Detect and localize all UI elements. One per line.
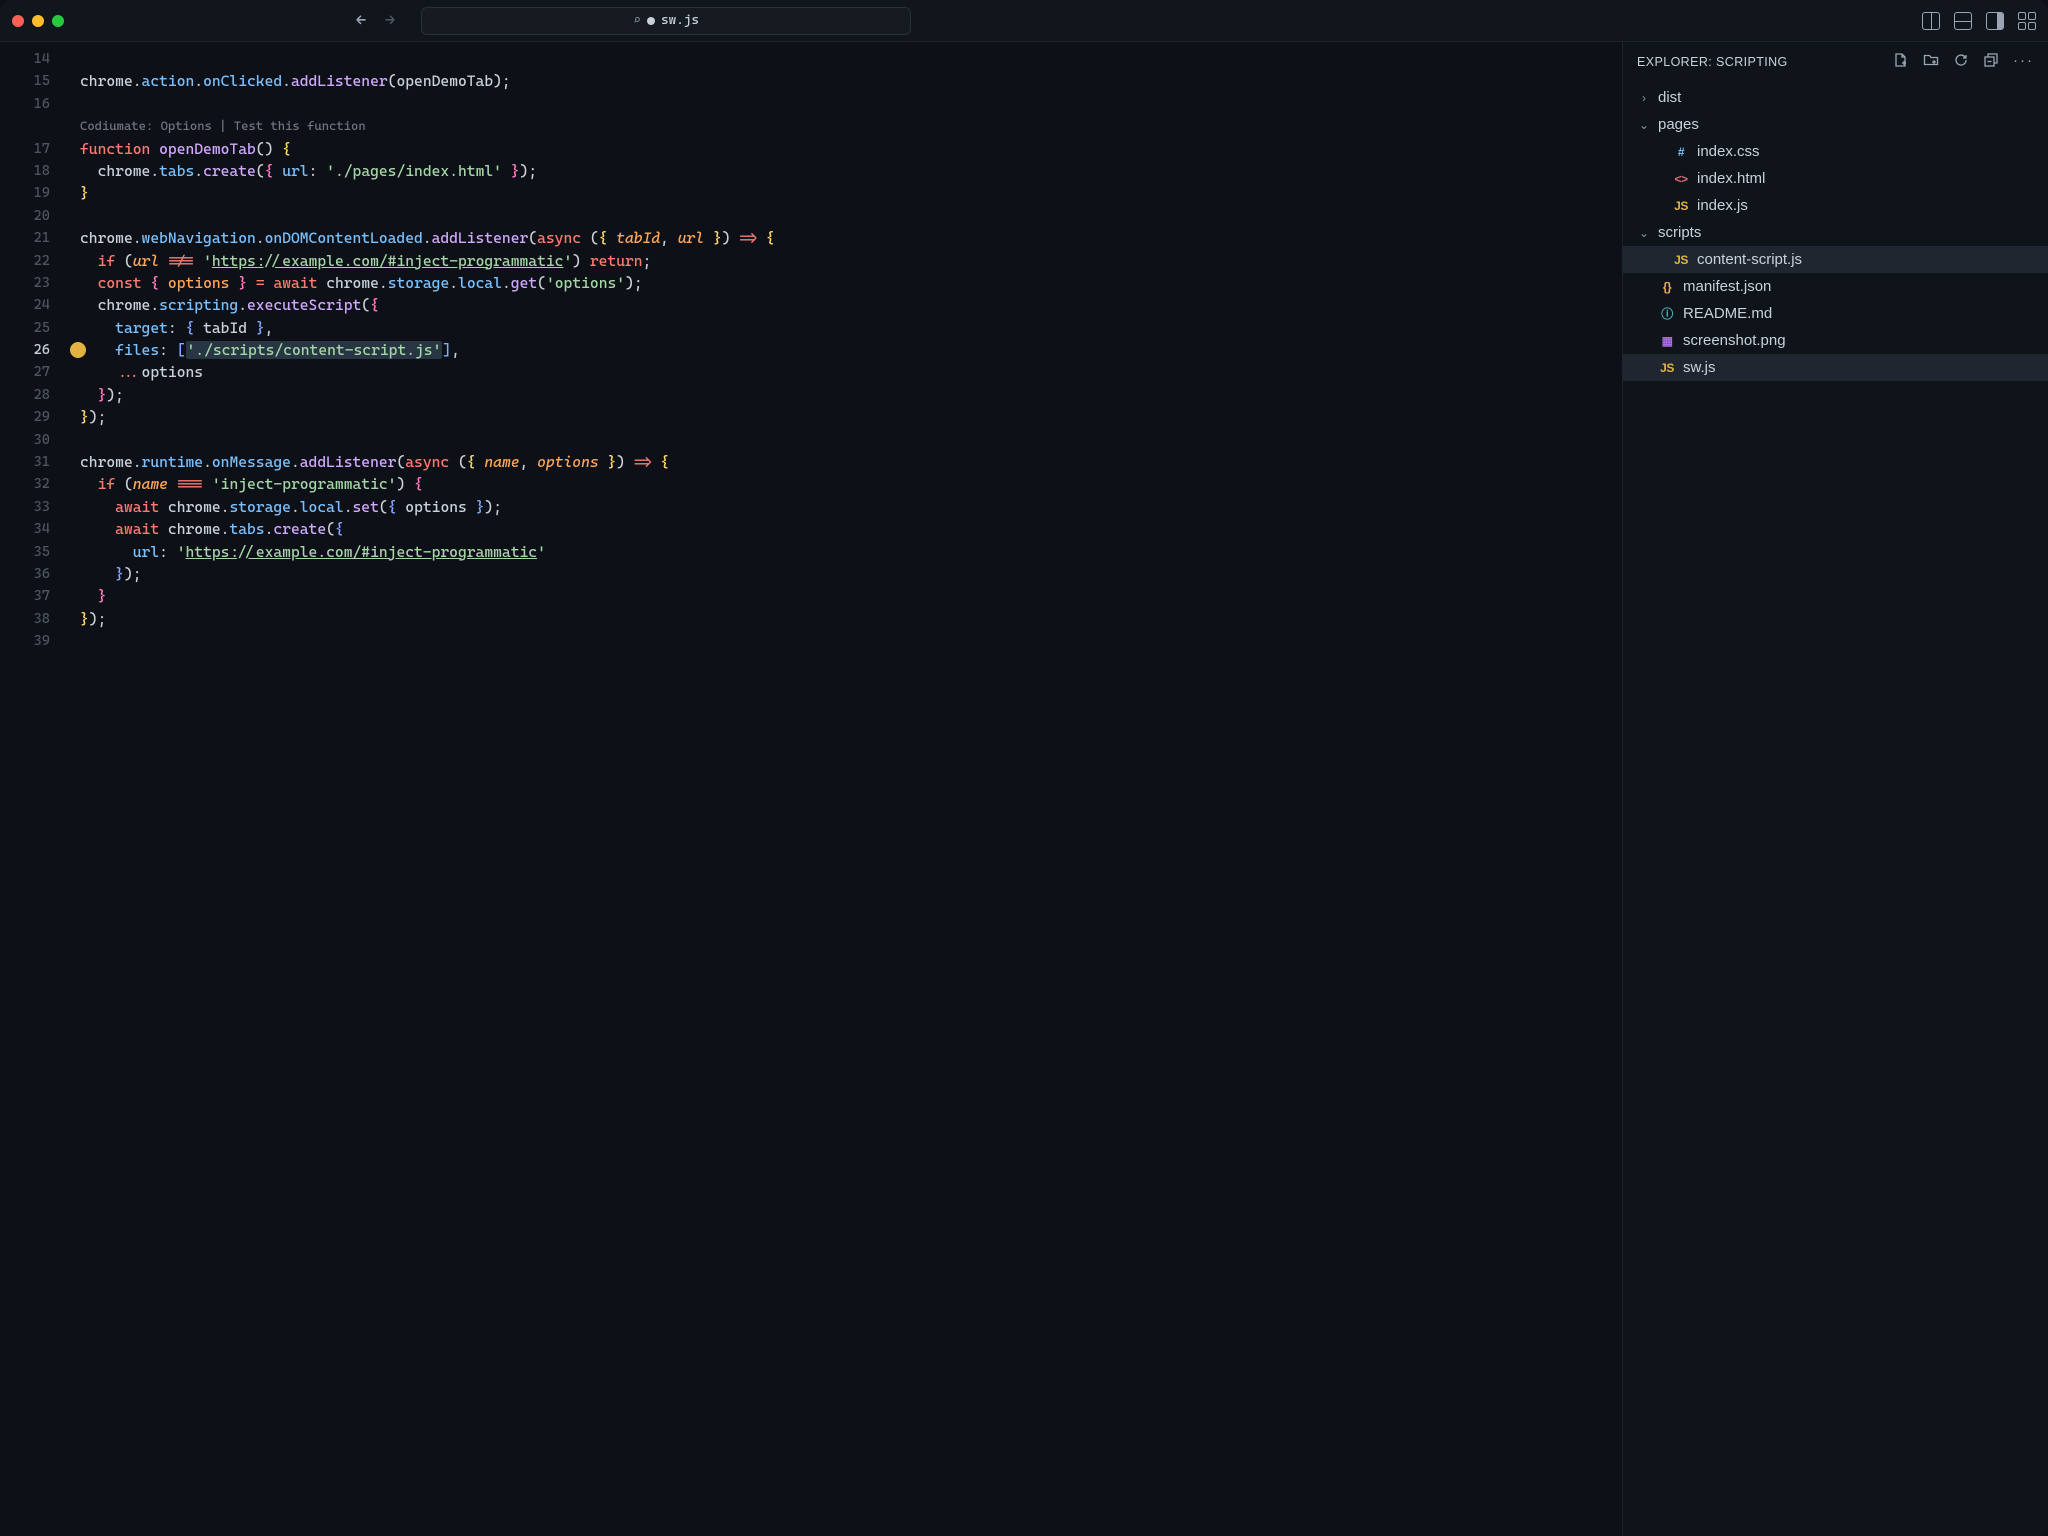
tree-file[interactable]: JS sw.js (1623, 354, 2048, 381)
json-file-icon: {} (1658, 280, 1676, 294)
line-number: 15 (0, 70, 50, 92)
zoom-window-button[interactable] (52, 15, 64, 27)
tree-file[interactable]: <> index.html (1623, 165, 2048, 192)
editor-window: ← → ⌕ sw.js 141516 171819202122232425262… (0, 0, 2048, 1536)
line-number: 23 (0, 272, 50, 294)
line-number: 33 (0, 496, 50, 518)
line-number: 21 (0, 227, 50, 249)
line-number-gutter: 141516 171819202122232425262728293031323… (0, 42, 60, 1536)
explorer-actions: ··· (1893, 52, 2034, 72)
titlebar: ← → ⌕ sw.js (0, 0, 2048, 42)
explorer-title: EXPLORER: SCRIPTING (1637, 55, 1788, 69)
code-editor[interactable]: 141516 171819202122232425262728293031323… (0, 42, 1622, 1536)
js-file-icon: JS (1672, 199, 1690, 213)
code-content[interactable]: chrome.action.onClicked.addListener(open… (60, 42, 1622, 1536)
line-number: 14 (0, 48, 50, 70)
line-number: 31 (0, 451, 50, 473)
minimize-window-button[interactable] (32, 15, 44, 27)
tree-file[interactable]: JS index.js (1623, 192, 2048, 219)
tree-item-label: index.css (1697, 143, 1760, 160)
line-number: 22 (0, 250, 50, 272)
tree-item-label: content-script.js (1697, 251, 1802, 268)
tree-item-label: sw.js (1683, 359, 1716, 376)
line-number: 36 (0, 563, 50, 585)
line-number: 17 (0, 138, 50, 160)
toggle-panel-button[interactable] (1954, 12, 1972, 30)
line-number: 18 (0, 160, 50, 182)
tree-item-label: scripts (1658, 224, 1701, 241)
explorer-panel: EXPLORER: SCRIPTING ··· (1622, 42, 2048, 1536)
tree-file[interactable]: ⓘ README.md (1623, 300, 2048, 327)
line-number: 35 (0, 541, 50, 563)
toggle-primary-sidebar-button[interactable] (1922, 12, 1940, 30)
tree-item-label: pages (1658, 116, 1699, 133)
search-icon: ⌕ (633, 13, 641, 28)
more-actions-button[interactable]: ··· (2013, 52, 2034, 72)
chevron-right-icon: › (1637, 91, 1651, 105)
collapse-all-button[interactable] (1983, 52, 1999, 72)
refresh-button[interactable] (1953, 52, 1969, 72)
tree-file[interactable]: # index.css (1623, 138, 2048, 165)
toggle-secondary-sidebar-button[interactable] (1986, 12, 2004, 30)
dirty-indicator-icon (647, 17, 655, 25)
explorer-header: EXPLORER: SCRIPTING ··· (1623, 42, 2048, 82)
chevron-down-icon: ⌄ (1637, 118, 1651, 132)
line-number: 32 (0, 473, 50, 495)
tree-file[interactable]: JS content-script.js (1623, 246, 2048, 273)
new-file-button[interactable] (1893, 52, 1909, 72)
tree-item-label: manifest.json (1683, 278, 1771, 295)
tree-folder[interactable]: ⌄ pages (1623, 111, 2048, 138)
js-file-icon: JS (1658, 361, 1676, 375)
img-file-icon: ▦ (1658, 334, 1676, 348)
nav-back-button[interactable]: ← (356, 12, 367, 30)
nav-forward-button[interactable]: → (385, 12, 396, 30)
file-tree: › dist ⌄ pages # index.css <> index.html JS index… (1623, 82, 2048, 1536)
new-folder-button[interactable] (1923, 52, 1939, 72)
line-number: 28 (0, 384, 50, 406)
line-number: 34 (0, 518, 50, 540)
tree-file[interactable]: {} manifest.json (1623, 273, 2048, 300)
line-number: 38 (0, 608, 50, 630)
history-nav: ← → (356, 12, 395, 30)
tree-item-label: index.js (1697, 197, 1748, 214)
tree-folder[interactable]: › dist (1623, 84, 2048, 111)
customize-layout-button[interactable] (2018, 12, 2036, 30)
line-number: 37 (0, 585, 50, 607)
md-file-icon: ⓘ (1658, 305, 1676, 322)
chevron-down-icon: ⌄ (1637, 226, 1651, 240)
tree-item-label: screenshot.png (1683, 332, 1786, 349)
line-number: 29 (0, 406, 50, 428)
line-number: 25 (0, 317, 50, 339)
layout-controls (1922, 12, 2036, 30)
tree-item-label: README.md (1683, 305, 1772, 322)
line-number: 24 (0, 294, 50, 316)
codelens[interactable]: Codiumate: Options | Test this function (80, 115, 1622, 137)
line-number: 20 (0, 205, 50, 227)
line-number: 27 (0, 361, 50, 383)
html-file-icon: <> (1672, 172, 1690, 186)
line-number: 16 (0, 93, 50, 115)
line-number: 26 (0, 339, 50, 361)
workbench-body: 141516 171819202122232425262728293031323… (0, 42, 2048, 1536)
line-number: 19 (0, 182, 50, 204)
tree-item-label: index.html (1697, 170, 1765, 187)
js-file-icon: JS (1672, 253, 1690, 267)
tree-file[interactable]: ▦ screenshot.png (1623, 327, 2048, 354)
line-number: 39 (0, 630, 50, 652)
css-file-icon: # (1672, 145, 1690, 159)
close-window-button[interactable] (12, 15, 24, 27)
tree-folder[interactable]: ⌄ scripts (1623, 219, 2048, 246)
open-file-name: sw.js (661, 13, 699, 28)
tree-item-label: dist (1658, 89, 1681, 106)
window-controls (12, 15, 64, 27)
command-center[interactable]: ⌕ sw.js (421, 7, 911, 35)
line-number: 30 (0, 429, 50, 451)
